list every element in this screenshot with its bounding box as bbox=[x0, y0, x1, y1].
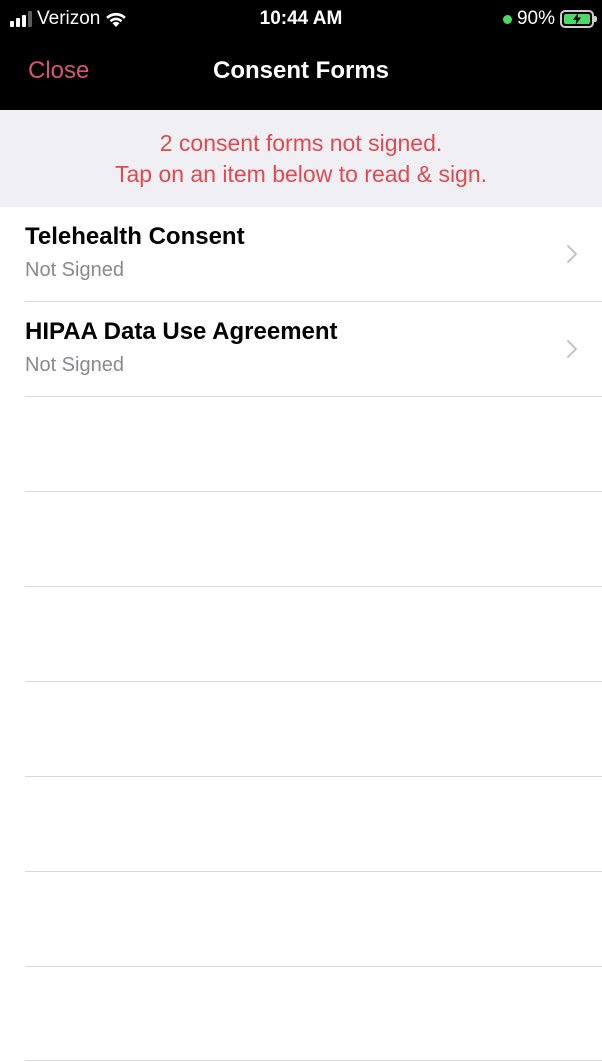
consent-form-list: Telehealth Consent Not Signed HIPAA Data… bbox=[0, 207, 602, 1061]
form-title: Telehealth Consent bbox=[25, 223, 245, 250]
consent-forms-screen: Verizon 10:44 AM 90% Close Consent Forms… bbox=[0, 0, 602, 1062]
list-item-telehealth-consent[interactable]: Telehealth Consent Not Signed bbox=[0, 207, 602, 302]
form-status: Not Signed bbox=[25, 354, 124, 376]
form-status: Not Signed bbox=[25, 259, 124, 281]
indicator-dot-icon bbox=[502, 14, 512, 24]
form-title: HIPAA Data Use Agreement bbox=[25, 318, 338, 345]
battery-charging-icon bbox=[560, 10, 597, 28]
status-right: 90% bbox=[502, 8, 597, 30]
empty-row-divider bbox=[25, 1060, 602, 1061]
empty-row-divider bbox=[25, 681, 602, 682]
empty-row-divider bbox=[25, 776, 602, 777]
empty-row-divider bbox=[25, 491, 602, 492]
page-title: Consent Forms bbox=[212, 57, 389, 84]
chevron-right-icon bbox=[567, 340, 577, 358]
banner-message: 2 consent forms not signed. bbox=[159, 130, 443, 156]
empty-row-divider bbox=[25, 871, 602, 872]
list-item-hipaa-data-use-agreement[interactable]: HIPAA Data Use Agreement Not Signed bbox=[0, 302, 602, 397]
unsigned-forms-banner: 2 consent forms not signed. Tap on an it… bbox=[0, 110, 602, 207]
battery-percent: 90% bbox=[516, 8, 555, 29]
banner-instruction: Tap on an item below to read & sign. bbox=[114, 161, 488, 187]
row-divider bbox=[25, 396, 602, 397]
chevron-right-icon bbox=[567, 245, 577, 263]
empty-row-divider bbox=[25, 966, 602, 967]
status-bar: Verizon 10:44 AM 90% bbox=[0, 0, 602, 38]
navigation-bar: Close Consent Forms bbox=[0, 38, 602, 110]
empty-row-divider bbox=[25, 586, 602, 587]
